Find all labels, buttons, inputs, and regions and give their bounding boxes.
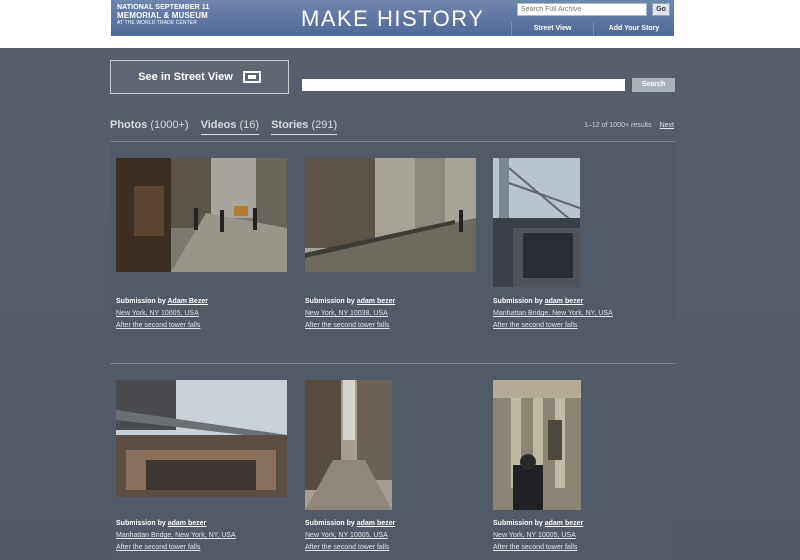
location-link[interactable]: Manhattan Bridge, New York, NY, USA <box>493 308 613 320</box>
tab-stories-label: Stories <box>271 119 309 131</box>
add-your-story-link[interactable]: Add Your Story <box>593 22 674 36</box>
photo-thumbnail[interactable] <box>116 380 287 497</box>
title-link[interactable]: After the second tower falls <box>493 320 613 332</box>
submission-byline: Submission by adam bezer <box>305 296 395 308</box>
logo-line1: NATIONAL SEPTEMBER 11 <box>117 4 210 11</box>
author-link[interactable]: adam bezer <box>357 520 396 527</box>
tab-stories[interactable]: Stories (291) <box>271 119 338 135</box>
title-link[interactable]: After the second tower falls <box>493 542 583 554</box>
submission-caption: Submission by adam bezer Manhattan Bridg… <box>116 518 236 554</box>
go-button[interactable]: Go <box>652 3 670 16</box>
street-view-icon <box>242 71 261 83</box>
submission-byline: Submission by adam bezer <box>116 518 236 530</box>
tab-stories-count: (291) <box>311 119 338 131</box>
photo-thumbnail[interactable] <box>493 158 580 287</box>
location-link[interactable]: New York, NY 10038, USA <box>305 308 395 320</box>
location-link[interactable]: Manhattan Bridge, New York, NY, USA <box>116 530 236 542</box>
submission-byline: Submission by Adam Bezer <box>116 296 208 308</box>
submission-caption: Submission by adam bezer New York, NY 10… <box>305 518 395 554</box>
submission-byline: Submission by adam bezer <box>493 518 583 530</box>
archive-search-input[interactable] <box>517 3 647 16</box>
media-tabs: Photos (1000+) Videos (16) Stories (291) <box>110 119 338 135</box>
title-link[interactable]: After the second tower falls <box>305 542 395 554</box>
photo-thumbnail[interactable] <box>116 158 287 272</box>
author-link[interactable]: adam bezer <box>168 520 207 527</box>
byline-prefix: Submission by <box>116 298 166 305</box>
row-divider <box>110 363 675 364</box>
street-view-button[interactable]: See in Street View <box>110 60 289 94</box>
logo-line2: MEMORIAL & MUSEUM <box>117 11 208 20</box>
tab-photos-count: (1000+) <box>150 119 189 131</box>
byline-prefix: Submission by <box>305 520 355 527</box>
photo-thumbnail[interactable] <box>305 380 392 510</box>
search-button[interactable]: Search <box>632 78 675 92</box>
tab-photos[interactable]: Photos (1000+) <box>110 119 189 135</box>
submission-caption: Submission by adam bezer New York, NY 10… <box>305 296 395 332</box>
tab-videos-label: Videos <box>200 119 237 131</box>
search-input[interactable] <box>302 79 625 91</box>
memorial-logo[interactable]: NATIONAL SEPTEMBER 11 MEMORIAL & MUSEUM … <box>117 4 209 26</box>
title-link[interactable]: After the second tower falls <box>116 542 236 554</box>
tab-photos-label: Photos <box>110 119 148 131</box>
next-page-link[interactable]: Next <box>660 122 674 129</box>
byline-prefix: Submission by <box>305 298 355 305</box>
tab-videos-count: (16) <box>239 119 260 131</box>
submission-caption: Submission by Adam Bezer New York, NY 10… <box>116 296 208 332</box>
title-link[interactable]: After the second tower falls <box>305 320 395 332</box>
location-link[interactable]: New York, NY 10005, USA <box>305 530 395 542</box>
site-header: NATIONAL SEPTEMBER 11 MEMORIAL & MUSEUM … <box>111 0 674 36</box>
author-link[interactable]: adam bezer <box>545 298 584 305</box>
street-view-label: See in Street View <box>138 71 233 83</box>
photo-thumbnail[interactable] <box>493 380 581 510</box>
page-title: MAKE HISTORY <box>301 6 485 31</box>
author-link[interactable]: adam bezer <box>545 520 584 527</box>
street-view-link[interactable]: Street View <box>511 22 593 36</box>
author-link[interactable]: adam bezer <box>357 298 396 305</box>
byline-prefix: Submission by <box>493 298 543 305</box>
results-summary: 1–12 of 1000+ results Next <box>584 122 674 129</box>
byline-prefix: Submission by <box>493 520 543 527</box>
submission-byline: Submission by adam bezer <box>305 518 395 530</box>
location-link[interactable]: New York, NY 10005, USA <box>493 530 583 542</box>
author-link[interactable]: Adam Bezer <box>167 298 207 305</box>
location-link[interactable]: New York, NY 10005, USA <box>116 308 208 320</box>
byline-prefix: Submission by <box>116 520 166 527</box>
results-count: 1–12 of 1000+ results <box>584 122 652 129</box>
submission-caption: Submission by adam bezer Manhattan Bridg… <box>493 296 613 332</box>
submission-byline: Submission by adam bezer <box>493 296 613 308</box>
submission-caption: Submission by adam bezer New York, NY 10… <box>493 518 583 554</box>
photo-thumbnail[interactable] <box>305 158 476 272</box>
tab-videos[interactable]: Videos (16) <box>200 119 260 135</box>
title-link[interactable]: After the second tower falls <box>116 320 208 332</box>
results-grid: Submission by Adam Bezer New York, NY 10… <box>110 141 675 560</box>
logo-line3: AT THE WORLD TRADE CENTER <box>117 20 197 26</box>
